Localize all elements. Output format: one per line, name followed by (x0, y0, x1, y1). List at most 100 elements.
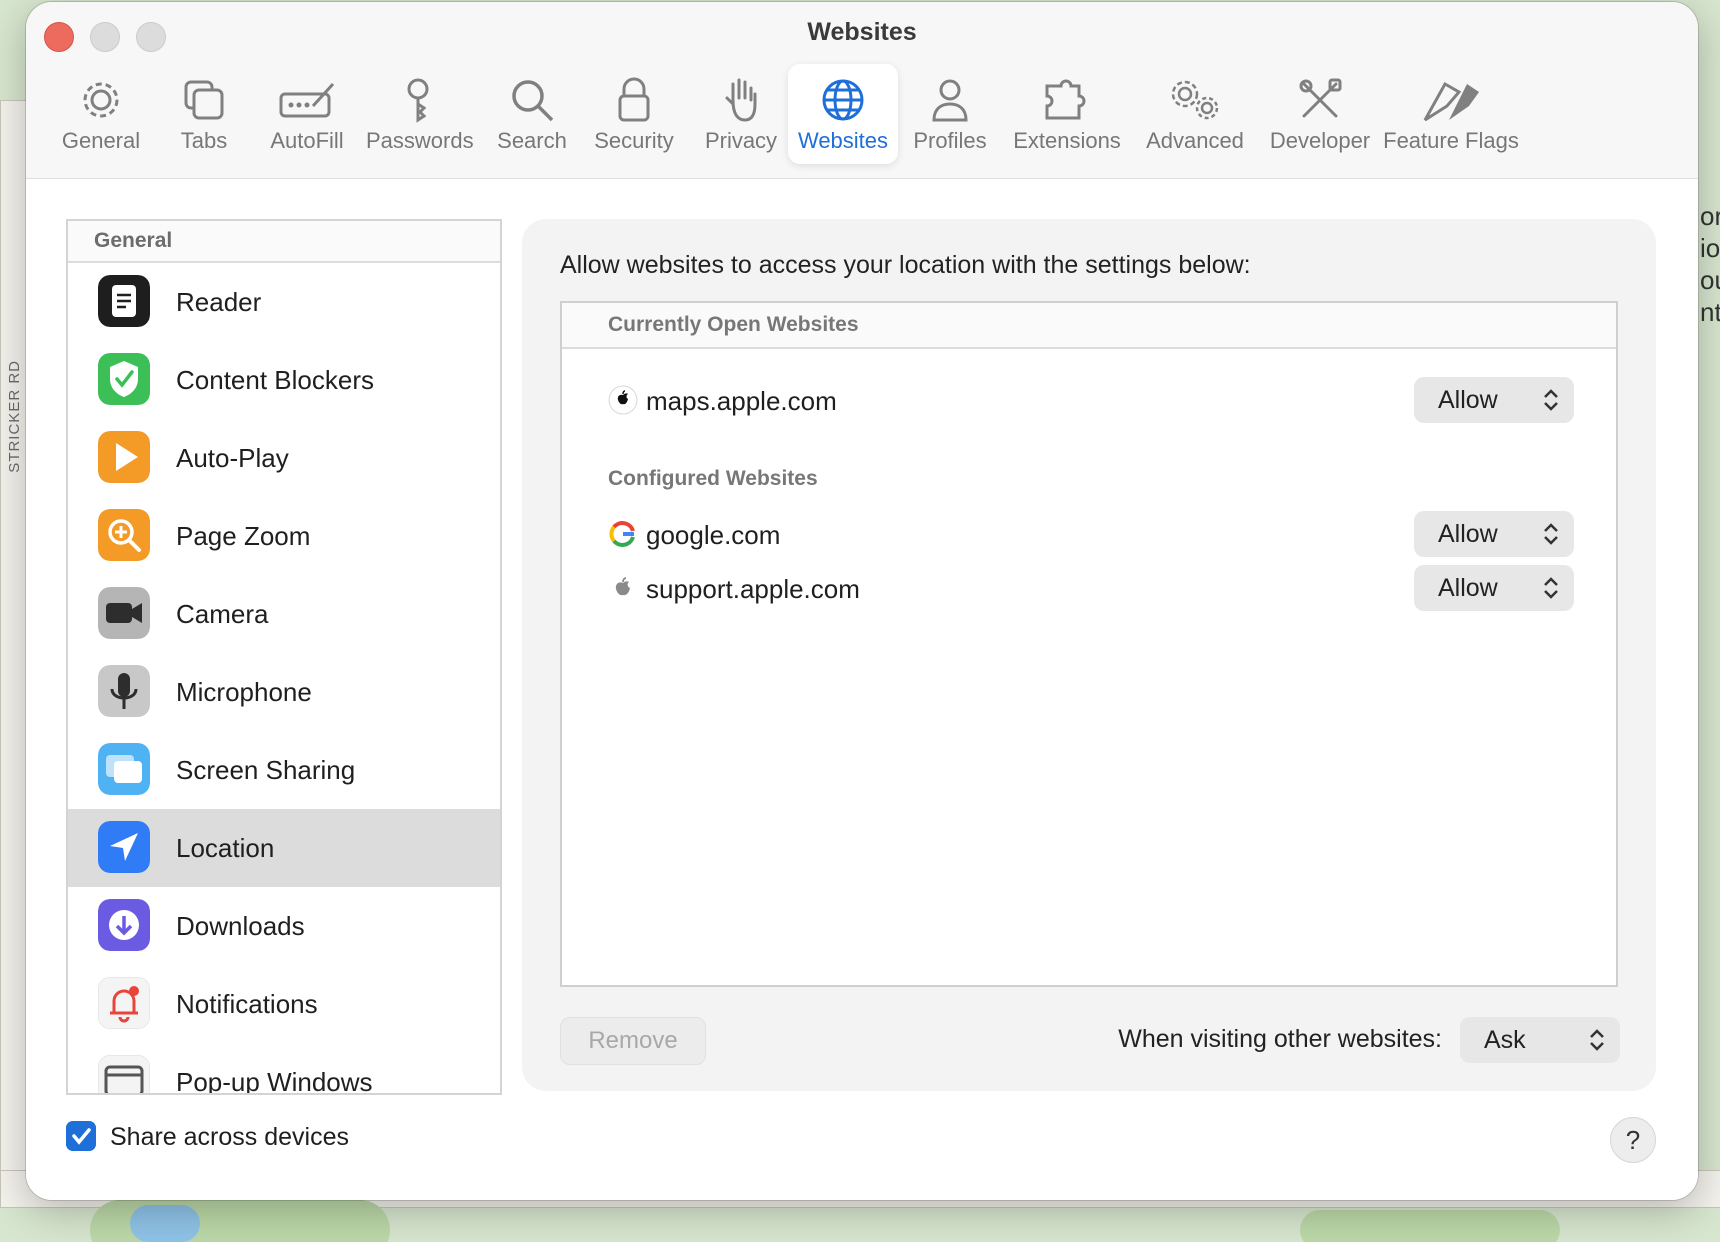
tab-websites-label: Websites (797, 128, 889, 153)
tab-search[interactable]: Search (494, 64, 570, 164)
hand-icon (725, 78, 757, 122)
sidebar-item-screen-sharing[interactable]: Screen Sharing (68, 731, 500, 809)
tab-autofill-label: AutoFill (270, 128, 344, 153)
website-row-maps-apple-com[interactable]: maps.apple.com Allow (562, 377, 1616, 425)
sidebar-item-auto-play[interactable]: Auto-Play (68, 419, 500, 497)
sidebar-item-label: Page Zoom (176, 521, 311, 551)
map-park (1300, 1210, 1560, 1242)
website-row-google-com[interactable]: google.com Allow (562, 511, 1616, 559)
other-websites-label: When visiting other websites: (1118, 1025, 1442, 1053)
tab-privacy-label: Privacy (704, 128, 778, 153)
puzzle-icon (1045, 79, 1086, 120)
settings-sidebar[interactable]: General Reader Content Blockers Auto-Pla… (66, 219, 502, 1095)
other-websites-popup[interactable]: Ask (1460, 1017, 1620, 1063)
titlebar: Websites General Tabs AutoFill Passwords (26, 2, 1698, 179)
sidebar-item-label: Reader (176, 287, 262, 317)
sidebar-item-reader[interactable]: Reader (68, 263, 500, 341)
tab-websites[interactable]: Websites (788, 64, 898, 164)
tab-passwords[interactable]: Passwords (366, 64, 474, 164)
tab-feature-flags-label: Feature Flags (1383, 128, 1519, 153)
popup-window-icon (98, 1055, 150, 1093)
tab-profiles[interactable]: Profiles (910, 64, 990, 164)
lock-icon (618, 77, 650, 122)
window-title: Websites (807, 18, 917, 46)
sidebar-item-location[interactable]: Location (68, 809, 500, 887)
sidebar-header: General (68, 221, 500, 263)
tab-security[interactable]: Security (592, 64, 676, 164)
help-button[interactable]: ? (1610, 1117, 1656, 1163)
location-settings-panel: Allow websites to access your location w… (522, 219, 1656, 1091)
autofill-icon (279, 82, 335, 118)
sidebar-item-label: Content Blockers (176, 365, 374, 395)
tab-tabs-label: Tabs (180, 128, 228, 153)
chevron-up-down-icon (1544, 389, 1558, 411)
popup-value: Ask (1484, 1026, 1526, 1054)
chevron-up-down-icon (1544, 577, 1558, 599)
chevron-up-down-icon (1590, 1029, 1604, 1051)
reader-icon (98, 275, 150, 327)
tab-developer-label: Developer (1269, 128, 1371, 153)
website-permission-popup[interactable]: Allow (1414, 377, 1574, 423)
panel-intro-text: Allow websites to access your location w… (560, 251, 1251, 279)
apple-logo-icon (615, 577, 630, 596)
zoom-icon (98, 509, 150, 561)
sidebar-item-page-zoom[interactable]: Page Zoom (68, 497, 500, 575)
flags-icon (1423, 81, 1479, 122)
sidebar-item-microphone[interactable]: Microphone (68, 653, 500, 731)
apple-logo-icon (608, 385, 638, 415)
key-icon (407, 78, 429, 123)
website-permission-popup[interactable]: Allow (1414, 511, 1574, 557)
tab-privacy[interactable]: Privacy (700, 64, 782, 164)
sidebar-item-label: Location (176, 833, 275, 863)
tab-autofill[interactable]: AutoFill (262, 64, 352, 164)
tab-extensions-label: Extensions (1013, 128, 1121, 153)
google-logo-icon (609, 521, 635, 547)
search-icon (512, 80, 554, 122)
websites-list[interactable]: Currently Open Websites maps.apple.com A… (560, 301, 1618, 987)
sidebar-item-camera[interactable]: Camera (68, 575, 500, 653)
content-area: General Reader Content Blockers Auto-Pla… (26, 179, 1698, 1200)
tab-advanced-label: Advanced (1146, 128, 1244, 153)
share-label: Share across devices (110, 1123, 350, 1151)
tab-extensions[interactable]: Extensions (1012, 64, 1122, 164)
sidebar-item-pop-up-windows[interactable]: Pop-up Windows (68, 1043, 500, 1095)
microphone-icon (98, 665, 150, 717)
tab-passwords-label: Passwords (366, 128, 474, 153)
shield-check-icon (98, 353, 150, 405)
tab-general-label: General (61, 128, 141, 153)
sidebar-item-label: Microphone (176, 677, 312, 707)
sidebar-item-downloads[interactable]: Downloads (68, 887, 500, 965)
sidebar-item-label: Camera (176, 599, 269, 629)
tab-advanced[interactable]: Advanced (1140, 64, 1250, 164)
popup-value: Allow (1438, 574, 1498, 602)
gears-icon (1171, 80, 1219, 120)
globe-icon (822, 79, 864, 121)
share-checkbox[interactable] (66, 1121, 96, 1151)
map-street-label: STRICKER RD (6, 360, 23, 473)
tab-tabs[interactable]: Tabs (172, 64, 236, 164)
map-water (130, 1205, 200, 1242)
gear-icon (83, 82, 119, 118)
remove-button[interactable]: Remove (560, 1017, 706, 1065)
tab-feature-flags[interactable]: Feature Flags (1380, 64, 1522, 164)
website-row-support-apple-com[interactable]: support.apple.com Allow (562, 565, 1616, 613)
website-domain: maps.apple.com (646, 386, 837, 416)
tab-developer[interactable]: Developer (1264, 64, 1376, 164)
tab-profiles-label: Profiles (913, 128, 987, 153)
sidebar-item-label: Pop-up Windows (176, 1067, 373, 1095)
download-icon (98, 899, 150, 951)
tabs-icon (184, 80, 224, 120)
tab-search-label: Search (497, 128, 567, 153)
open-websites-header: Currently Open Websites (562, 303, 1616, 349)
sidebar-item-label: Auto-Play (176, 443, 289, 473)
sidebar-item-content-blockers[interactable]: Content Blockers (68, 341, 500, 419)
sidebar-item-label: Downloads (176, 911, 305, 941)
tab-security-label: Security (594, 128, 674, 153)
chevron-up-down-icon (1544, 523, 1558, 545)
bell-icon (98, 977, 150, 1029)
sidebar-item-notifications[interactable]: Notifications (68, 965, 500, 1043)
website-domain: support.apple.com (646, 574, 860, 604)
tab-general[interactable]: General (54, 64, 148, 164)
website-permission-popup[interactable]: Allow (1414, 565, 1574, 611)
settings-window: Websites General Tabs AutoFill Passwords (26, 2, 1698, 1200)
